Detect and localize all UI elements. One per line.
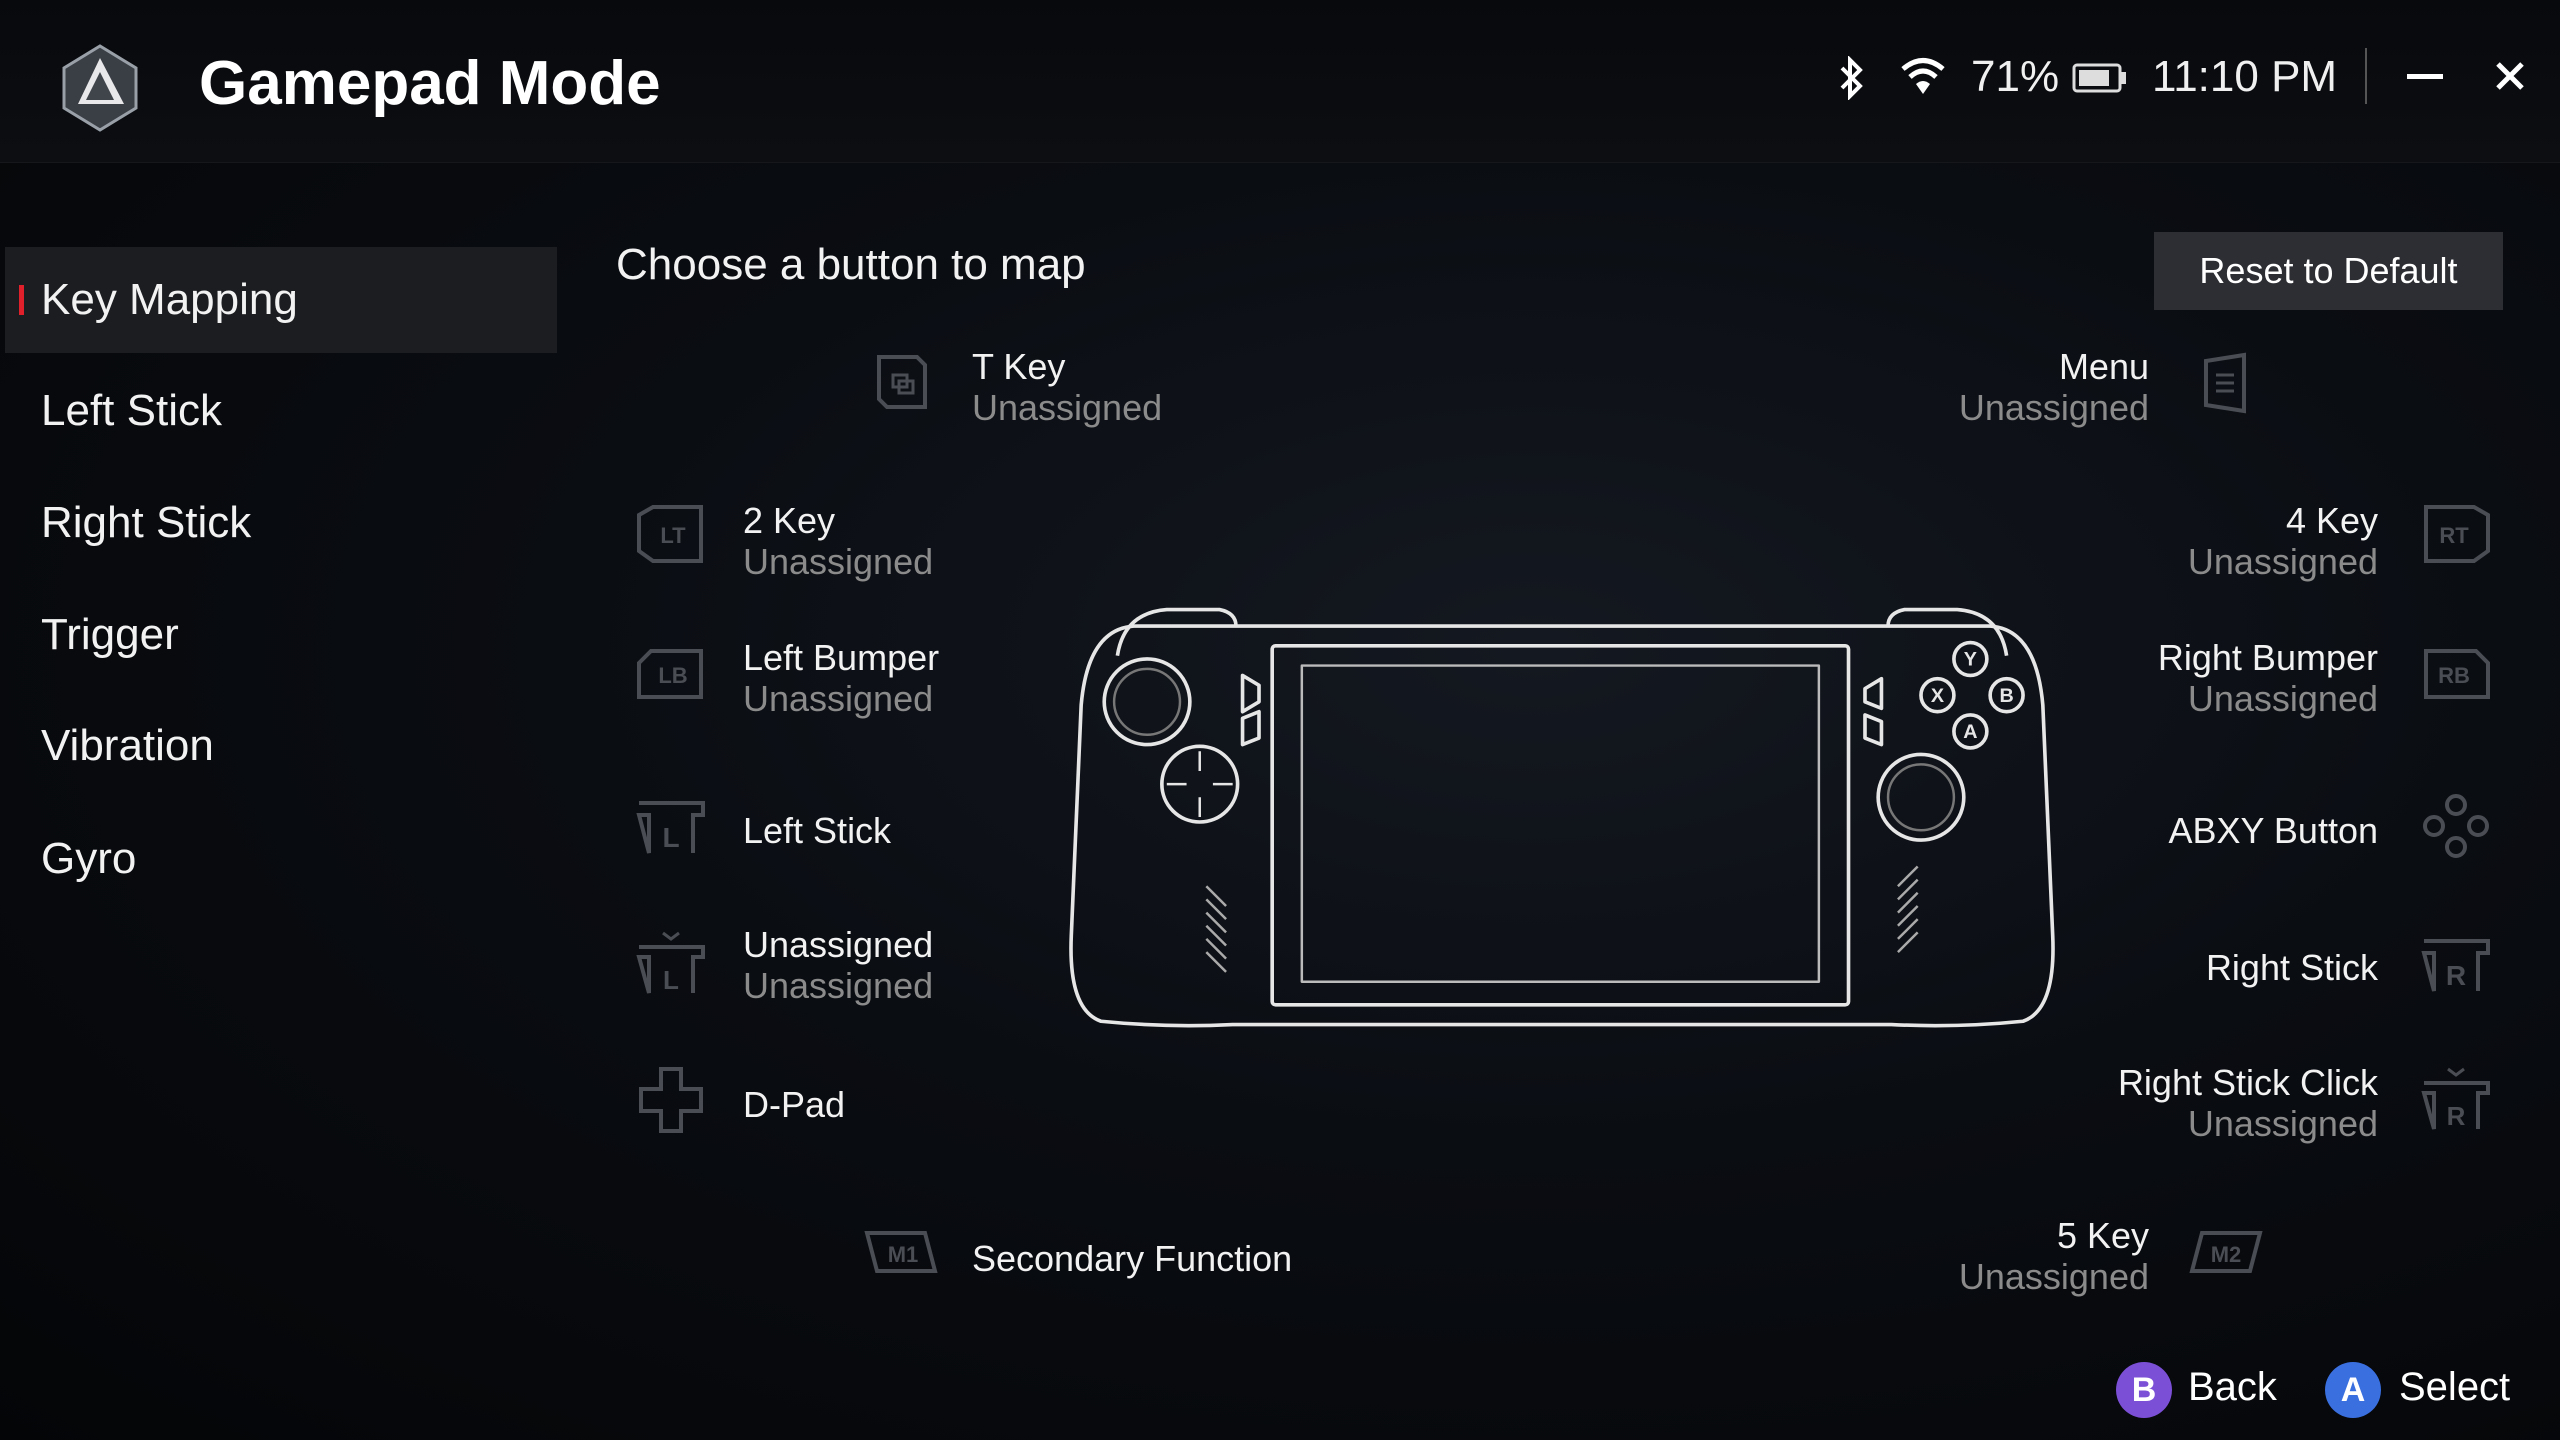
b-button-icon: B	[2116, 1362, 2172, 1418]
lb-icon: LB	[637, 649, 703, 699]
sidebar-item-gyro[interactable]: Gyro	[5, 806, 557, 912]
mapping-right-stick[interactable]: Right Stick	[2206, 947, 2378, 988]
m1-icon: M1	[864, 1231, 938, 1273]
mapping-2-key[interactable]: 2 Key Unassigned	[743, 500, 933, 582]
a-button-icon: A	[2325, 1362, 2381, 1418]
mapping-title: D-Pad	[743, 1084, 846, 1125]
app-title: Gamepad Mode	[199, 49, 661, 118]
dpad-icon	[639, 1067, 703, 1133]
b-glyph: B	[2131, 1370, 2157, 1409]
svg-text:Y: Y	[1964, 649, 1977, 671]
sidebar-item-key-mapping[interactable]: Key Mapping	[5, 247, 557, 353]
mapping-value: Unassigned	[2187, 678, 2378, 719]
mapping-value: Unassigned	[743, 965, 934, 1006]
clock: 11:10 PM	[2152, 52, 2338, 101]
mapping-value: Unassigned	[2187, 1103, 2378, 1144]
mapping-5-key[interactable]: 5 Key Unassigned	[1959, 1215, 2149, 1297]
divider	[2365, 48, 2367, 104]
svg-text:B: B	[1999, 685, 2013, 707]
mapping-dpad[interactable]: D-Pad	[743, 1084, 845, 1125]
sidebar-item-right-stick[interactable]: Right Stick	[5, 470, 557, 576]
mapping-title: Menu	[2058, 346, 2149, 387]
svg-text:RB: RB	[2438, 663, 2470, 688]
mapping-title: Left Stick	[743, 810, 892, 851]
bluetooth-icon[interactable]	[1836, 56, 1866, 100]
mapping-title: ABXY Button	[2168, 810, 2378, 851]
mapping-left-stick[interactable]: Left Stick	[743, 810, 891, 851]
m2-icon: M2	[2189, 1231, 2263, 1273]
mapping-value: Unassigned	[2187, 541, 2378, 582]
t-key-icon	[877, 355, 927, 409]
mapping-value: Unassigned	[1958, 387, 2149, 428]
svg-text:R: R	[2447, 1101, 2466, 1131]
back-button[interactable]: Back	[2188, 1365, 2277, 1410]
svg-text:R: R	[2446, 960, 2466, 991]
controller-illustration: YX BA	[1069, 607, 2055, 1028]
mapping-4-key[interactable]: 4 Key Unassigned	[2188, 500, 2378, 582]
mapping-title: Right Stick Click	[2117, 1062, 2378, 1103]
mapping-secondary-function[interactable]: Secondary Function	[972, 1238, 1292, 1279]
mapping-title: 5 Key	[2056, 1215, 2149, 1256]
mapping-menu[interactable]: Menu Unassigned	[1959, 346, 2149, 428]
mapping-title: 2 Key	[743, 500, 836, 541]
close-icon[interactable]	[2494, 60, 2526, 92]
svg-text:L: L	[662, 822, 679, 853]
battery-percent: 71%	[1971, 52, 2060, 101]
menu-icon	[2204, 352, 2246, 414]
mapping-value: Unassigned	[743, 678, 934, 719]
mapping-title: Left Bumper	[743, 637, 940, 678]
mapping-title: T Key	[972, 346, 1066, 387]
mapping-value: Unassigned	[1958, 1256, 2149, 1297]
left-stick-icon: L	[636, 801, 705, 854]
battery-icon[interactable]	[2072, 62, 2128, 94]
mapping-left-bumper[interactable]: Left Bumper Unassigned	[743, 637, 939, 719]
svg-text:RT: RT	[2439, 523, 2469, 548]
svg-text:A: A	[1963, 721, 1977, 743]
page-heading: Choose a button to map	[616, 240, 1086, 289]
mapping-left-stick-click[interactable]: Unassigned Unassigned	[743, 924, 933, 1006]
rb-icon: RB	[2424, 649, 2490, 699]
svg-text:M1: M1	[888, 1242, 919, 1267]
sidebar-item-trigger[interactable]: Trigger	[5, 582, 557, 688]
mapping-title: Unassigned	[743, 924, 934, 965]
sidebar-item-left-stick[interactable]: Left Stick	[5, 358, 557, 464]
rog-ally-logo-icon	[62, 44, 138, 132]
lt-icon: LT	[637, 505, 703, 563]
svg-text:L: L	[663, 965, 679, 995]
a-glyph: A	[2340, 1370, 2366, 1409]
mapping-value: Unassigned	[743, 541, 934, 582]
mapping-value: Unassigned	[972, 387, 1163, 428]
wifi-icon[interactable]	[1900, 56, 1946, 96]
mapping-right-stick-click[interactable]: Right Stick Click Unassigned	[2118, 1062, 2378, 1144]
mapping-t-key[interactable]: T Key Unassigned	[972, 346, 1162, 428]
mapping-right-bumper[interactable]: Right Bumper Unassigned	[2158, 637, 2378, 719]
reset-to-default-button[interactable]: Reset to Default	[2154, 232, 2503, 310]
rt-icon: RT	[2424, 505, 2490, 563]
mapping-abxy[interactable]: ABXY Button	[2169, 810, 2378, 851]
svg-text:X: X	[1931, 685, 1944, 707]
mapping-title: Secondary Function	[972, 1238, 1293, 1279]
sidebar-item-vibration[interactable]: Vibration	[5, 693, 557, 799]
mapping-title: Right Stick	[2205, 947, 2378, 988]
select-button[interactable]: Select	[2399, 1365, 2510, 1410]
right-stick-click-icon: R	[2421, 1067, 2490, 1131]
svg-text:LT: LT	[660, 523, 686, 548]
svg-text:LB: LB	[658, 663, 687, 688]
minimize-icon[interactable]	[2407, 74, 2443, 79]
abxy-icon	[2423, 794, 2489, 858]
left-stick-click-icon: L	[636, 931, 705, 995]
right-stick-icon: R	[2421, 939, 2490, 992]
mapping-title: Right Bumper	[2157, 637, 2378, 678]
mapping-title: 4 Key	[2285, 500, 2378, 541]
svg-text:M2: M2	[2211, 1242, 2242, 1267]
